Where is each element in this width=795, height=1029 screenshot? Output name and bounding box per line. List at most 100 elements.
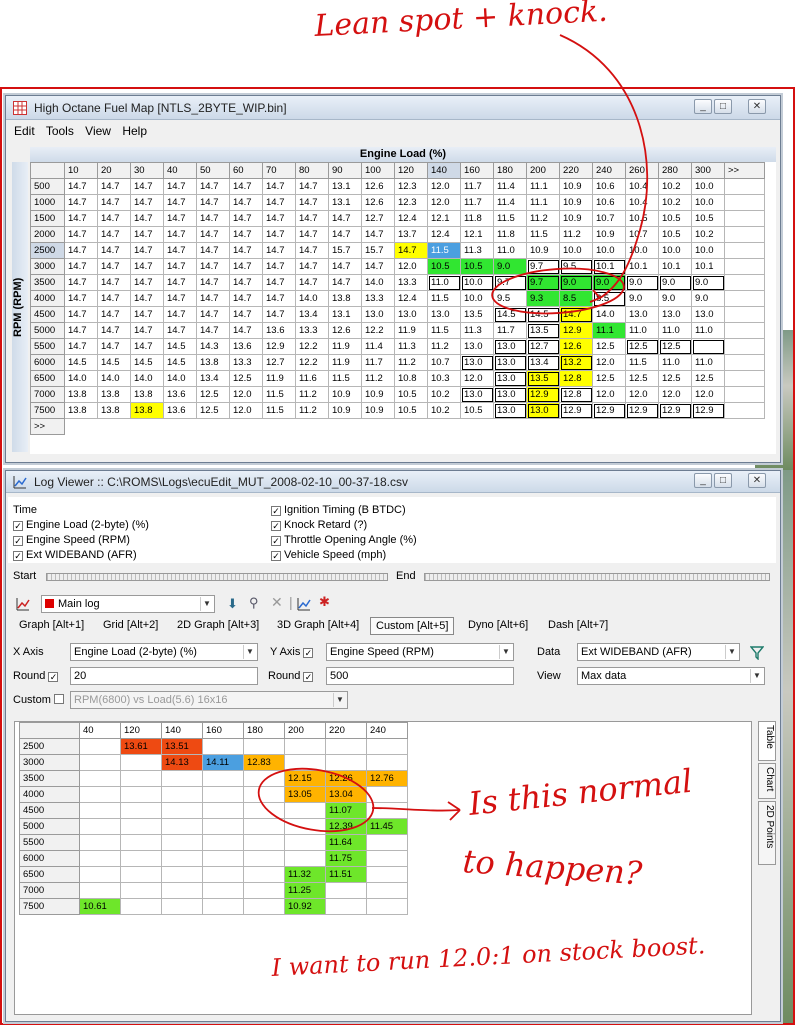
afr-cell[interactable] <box>284 754 326 771</box>
afr-cell[interactable]: 12.76 <box>366 770 408 787</box>
fuel-cell[interactable]: 13.8 <box>64 402 98 419</box>
download-icon[interactable]: ⬇ <box>227 596 238 612</box>
fuel-cell[interactable]: 11.9 <box>262 370 296 387</box>
fuel-cell[interactable]: 13.8 <box>196 354 230 371</box>
fuel-cell[interactable]: 14.3 <box>196 338 230 355</box>
fuel-cell[interactable]: 14.7 <box>163 226 197 243</box>
fuel-cell[interactable]: 14.7 <box>163 258 197 275</box>
fuel-cell[interactable]: 12.2 <box>295 338 329 355</box>
fuel-cell[interactable]: 12.3 <box>394 194 428 211</box>
maximize-button[interactable]: □ <box>714 473 732 488</box>
fuel-cell[interactable]: 8.5 <box>559 290 593 307</box>
afr-cell[interactable] <box>243 818 285 835</box>
tab-2d-graph[interactable]: 2D Graph [Alt+3] <box>172 617 264 635</box>
fuel-cell[interactable]: 13.3 <box>394 274 428 291</box>
fuel-cell[interactable]: 11.8 <box>460 210 494 227</box>
fuel-cell[interactable]: 14.7 <box>295 274 329 291</box>
fuel-cell[interactable]: 12.5 <box>196 402 230 419</box>
fuel-cell[interactable]: 14.0 <box>592 306 626 323</box>
fuel-cell[interactable]: 14.7 <box>262 194 296 211</box>
fuel-cell[interactable]: 11.5 <box>427 290 461 307</box>
afr-cell[interactable] <box>243 802 285 819</box>
afr-cell[interactable] <box>161 882 203 899</box>
afr-cell[interactable] <box>202 850 244 867</box>
fuel-cell[interactable]: 11.5 <box>262 402 296 419</box>
fuel-cell[interactable]: 12.5 <box>592 338 626 355</box>
fuel-cell[interactable]: 10.2 <box>427 386 461 403</box>
fuel-cell[interactable]: 14.7 <box>229 194 263 211</box>
fuel-cell[interactable]: 9.0 <box>592 274 626 291</box>
afr-cell[interactable] <box>202 786 244 803</box>
fuel-cell[interactable]: 12.8 <box>559 370 593 387</box>
fuel-cell[interactable]: 11.5 <box>526 226 560 243</box>
x-axis-select[interactable]: Engine Load (2-byte) (%) ▼ <box>70 643 258 661</box>
fuel-cell[interactable]: 14.7 <box>130 258 164 275</box>
tab-graph[interactable]: Graph [Alt+1] <box>14 617 89 635</box>
fuel-cell[interactable]: 14.7 <box>64 210 98 227</box>
param-throttle[interactable]: ✓ Throttle Opening Angle (%) <box>271 534 417 546</box>
fuel-cell[interactable]: 11.9 <box>328 338 362 355</box>
fuel-cell[interactable]: 14.7 <box>130 226 164 243</box>
fuel-cell[interactable]: 11.4 <box>361 338 395 355</box>
afr-cell[interactable] <box>120 754 162 771</box>
fuel-cell[interactable]: 11.1 <box>526 178 560 195</box>
afr-cell[interactable] <box>79 802 121 819</box>
fuel-cell[interactable]: 10.5 <box>394 402 428 419</box>
chevron-down-icon[interactable]: ▼ <box>333 693 346 707</box>
fuel-cell[interactable]: 14.7 <box>163 210 197 227</box>
expand-columns-button[interactable]: >> <box>724 162 765 179</box>
afr-cell[interactable] <box>202 802 244 819</box>
fuel-cell[interactable]: 11.2 <box>295 402 329 419</box>
fuel-cell[interactable]: 14.0 <box>64 370 98 387</box>
fuel-cell[interactable]: 10.7 <box>592 210 626 227</box>
afr-cell[interactable] <box>366 802 408 819</box>
fuel-cell[interactable]: 13.5 <box>526 322 560 339</box>
afr-cell[interactable] <box>366 754 408 771</box>
fuel-cell[interactable]: 14.7 <box>163 242 197 259</box>
afr-cell[interactable] <box>325 754 367 771</box>
fuel-cell[interactable]: 10.9 <box>526 242 560 259</box>
fuel-cell[interactable]: 9.0 <box>658 274 692 291</box>
fuel-cell[interactable]: 12.0 <box>229 402 263 419</box>
wand-icon[interactable]: ⚲ <box>249 595 259 611</box>
afr-cell[interactable] <box>243 850 285 867</box>
afr-cell[interactable] <box>79 754 121 771</box>
fuel-cell[interactable]: 14.7 <box>262 258 296 275</box>
fuel-cell[interactable]: 13.2 <box>559 354 593 371</box>
afr-cell[interactable] <box>161 850 203 867</box>
afr-cell[interactable] <box>79 850 121 867</box>
fuel-cell[interactable]: 14.7 <box>163 306 197 323</box>
fuel-cell[interactable]: 9.7 <box>526 274 560 291</box>
fuel-cell[interactable]: 13.7 <box>394 226 428 243</box>
fuel-cell[interactable]: 9.0 <box>625 274 659 291</box>
fuel-cell[interactable]: 10.5 <box>658 210 692 227</box>
fuel-cell[interactable]: 11.2 <box>427 338 461 355</box>
fuel-cell[interactable]: 10.0 <box>625 242 659 259</box>
fuel-cell[interactable]: 9.7 <box>493 274 527 291</box>
fuel-cell[interactable]: 14.5 <box>64 354 98 371</box>
afr-cell[interactable]: 12.15 <box>284 770 326 787</box>
fuel-cell[interactable]: 11.4 <box>493 194 527 211</box>
fuel-cell[interactable]: 13.5 <box>526 370 560 387</box>
fuel-cell[interactable]: 10.9 <box>328 386 362 403</box>
fuel-cell[interactable]: 12.5 <box>625 370 659 387</box>
afr-cell[interactable]: 10.92 <box>284 898 326 915</box>
fuel-cell[interactable]: 13.0 <box>526 402 560 419</box>
fuel-cell[interactable]: 14.7 <box>130 274 164 291</box>
fuel-cell[interactable]: 14.7 <box>64 274 98 291</box>
fuel-cell[interactable]: 9.0 <box>658 290 692 307</box>
afr-cell[interactable] <box>202 834 244 851</box>
fuel-cell[interactable]: 13.3 <box>295 322 329 339</box>
fuel-cell[interactable]: 11.0 <box>625 322 659 339</box>
afr-cell[interactable] <box>120 866 162 883</box>
fuel-cell[interactable]: 12.7 <box>361 210 395 227</box>
fuel-cell[interactable]: 13.3 <box>361 290 395 307</box>
fuel-cell[interactable]: 14.7 <box>64 290 98 307</box>
fuel-cell[interactable]: 11.3 <box>460 322 494 339</box>
fuel-cell[interactable]: 10.2 <box>658 178 692 195</box>
fuel-cell[interactable]: 13.0 <box>427 306 461 323</box>
fuel-cell[interactable]: 14.7 <box>262 290 296 307</box>
fuel-cell[interactable]: 10.0 <box>691 194 725 211</box>
fuel-cell[interactable]: 10.0 <box>658 242 692 259</box>
fuel-cell[interactable]: 13.0 <box>493 402 527 419</box>
